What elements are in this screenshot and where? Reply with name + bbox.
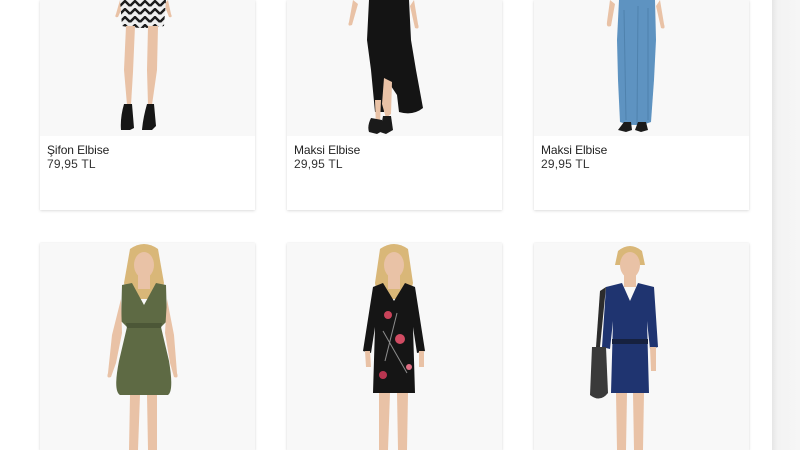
product-info: Maksi Elbise 29,95 TL — [534, 136, 749, 172]
product-image[interactable] — [287, 0, 502, 136]
product-grid-page: Şifon Elbise 79,95 TL Maksi Elbise 29,95… — [0, 0, 772, 450]
product-price: 29,95 TL — [294, 157, 343, 171]
product-info: Maksi Elbise 29,95 TL — [287, 136, 502, 172]
product-price: 79,95 TL — [47, 157, 96, 171]
product-image[interactable] — [534, 0, 749, 136]
product-card[interactable]: Maksi Elbise 29,95 TL — [534, 0, 749, 210]
product-card[interactable]: Maksi Elbise 29,95 TL — [287, 0, 502, 210]
scrollbar-track[interactable] — [772, 0, 800, 450]
product-name[interactable]: Maksi Elbise — [541, 144, 742, 157]
product-image[interactable] — [40, 0, 255, 136]
product-name[interactable]: Maksi Elbise — [294, 144, 495, 157]
product-card[interactable] — [287, 243, 502, 450]
product-name[interactable]: Şifon Elbise — [47, 144, 248, 157]
product-image[interactable] — [287, 243, 502, 450]
product-card[interactable] — [534, 243, 749, 450]
product-card[interactable]: Şifon Elbise 79,95 TL — [40, 0, 255, 210]
product-image[interactable] — [40, 243, 255, 450]
product-image[interactable] — [534, 243, 749, 450]
product-card[interactable] — [40, 243, 255, 450]
product-price: 29,95 TL — [541, 157, 590, 171]
product-info: Şifon Elbise 79,95 TL — [40, 136, 255, 172]
